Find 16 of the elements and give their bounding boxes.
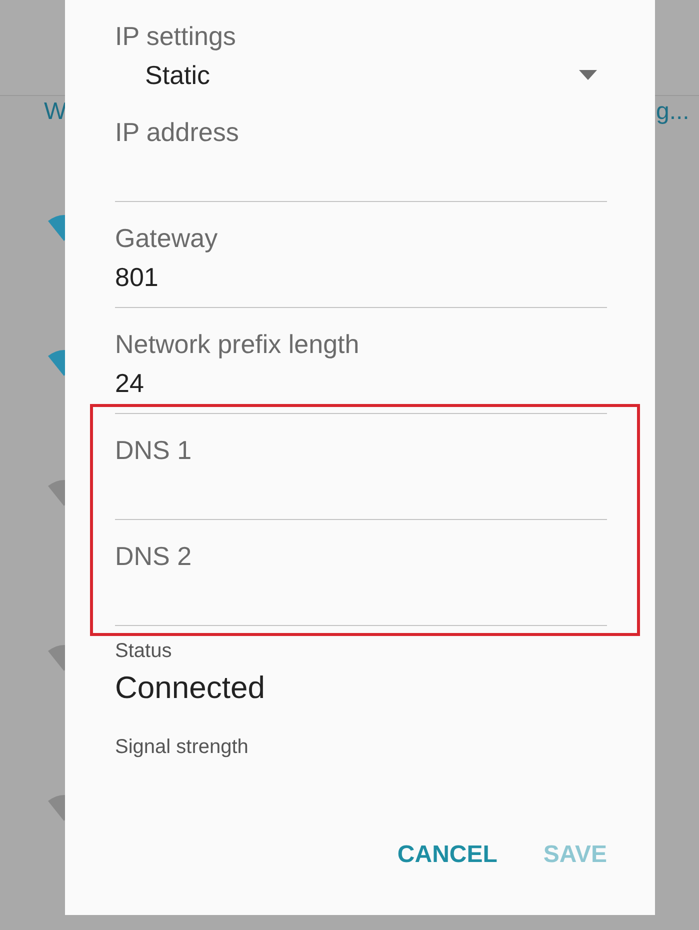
info-label: Status (115, 639, 173, 664)
input-field[interactable]: 24 (115, 362, 607, 414)
list-header-text: W (44, 98, 67, 126)
field-label: DNS 1 (115, 434, 193, 467)
input-field[interactable]: 801 (115, 256, 607, 308)
field-label: IP address (115, 116, 240, 149)
dropdown-value[interactable]: Static (145, 54, 210, 96)
info-value: Connected (115, 669, 266, 707)
field-label: DNS 2 (115, 540, 193, 573)
dropdown-arrow-icon[interactable] (579, 70, 597, 80)
cancel-button[interactable]: CANCEL (397, 837, 498, 873)
field-label: IP settings (115, 20, 237, 53)
field-label: Network prefix length (115, 328, 360, 361)
list-header-text: g... (656, 98, 690, 126)
info-label: Signal strength (115, 735, 250, 760)
field-label: Gateway (115, 222, 219, 255)
